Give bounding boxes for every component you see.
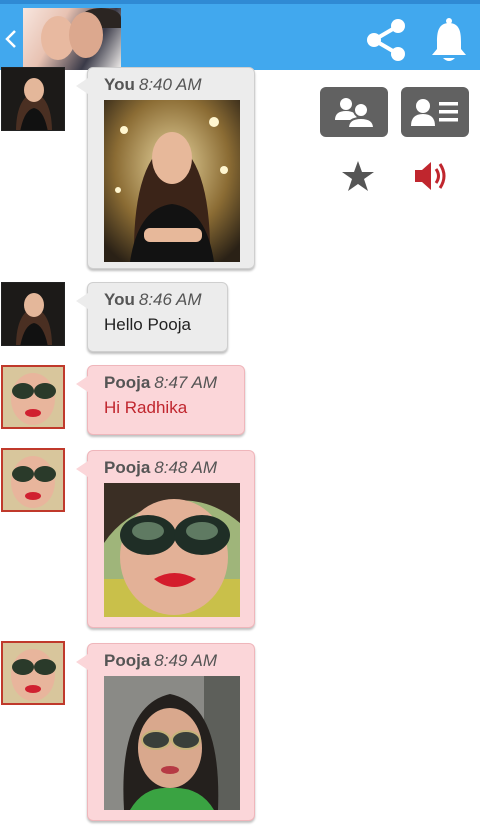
sender-avatar[interactable] [1,448,65,512]
sender-name: Pooja [104,458,151,477]
message-time: 8:46 AM [138,290,202,309]
message-photo[interactable] [104,100,240,262]
speaker-button[interactable] [412,158,450,194]
message-text: Hello Pooja [104,315,191,334]
message-photo[interactable] [104,483,240,617]
message-time: 8:40 AM [138,75,202,94]
sender-name: You [104,290,135,309]
contact-card-icon [411,99,458,126]
sender-avatar[interactable] [1,365,65,429]
message-bubble[interactable]: Pooja 8:47 AM Hi Radhika [76,365,245,435]
message-time: 8:48 AM [154,458,217,477]
back-button[interactable] [0,8,22,70]
message-bubble[interactable]: You 8:46 AM Hello Pooja [76,282,228,352]
message-time: 8:47 AM [154,373,217,392]
bell-icon [432,18,466,61]
chat-avatar[interactable] [23,8,121,70]
message-bubble[interactable]: Pooja 8:49 AM [76,643,255,821]
favorite-button[interactable] [340,158,376,194]
sender-avatar[interactable] [1,67,65,131]
share-icon [367,19,405,61]
sender-name: Pooja [104,373,151,392]
message-time: 8:49 AM [154,651,217,670]
sender-name: Pooja [104,651,151,670]
sender-name: You [104,75,135,94]
group-icon [335,98,376,129]
message-bubble[interactable]: Pooja 8:48 AM [76,450,255,628]
message-bubble[interactable]: You 8:40 AM [76,67,255,269]
group-button[interactable] [320,87,388,137]
speaker-icon [415,162,446,190]
sender-avatar[interactable] [1,282,65,346]
sender-avatar[interactable] [1,641,65,705]
share-button[interactable] [362,16,410,64]
notification-button[interactable] [428,16,470,64]
chevron-left-icon [5,30,16,48]
contact-card-button[interactable] [401,87,469,137]
message-text: Hi Radhika [104,398,188,417]
star-icon [342,161,374,191]
message-photo[interactable] [104,676,240,810]
top-bar [0,0,480,70]
